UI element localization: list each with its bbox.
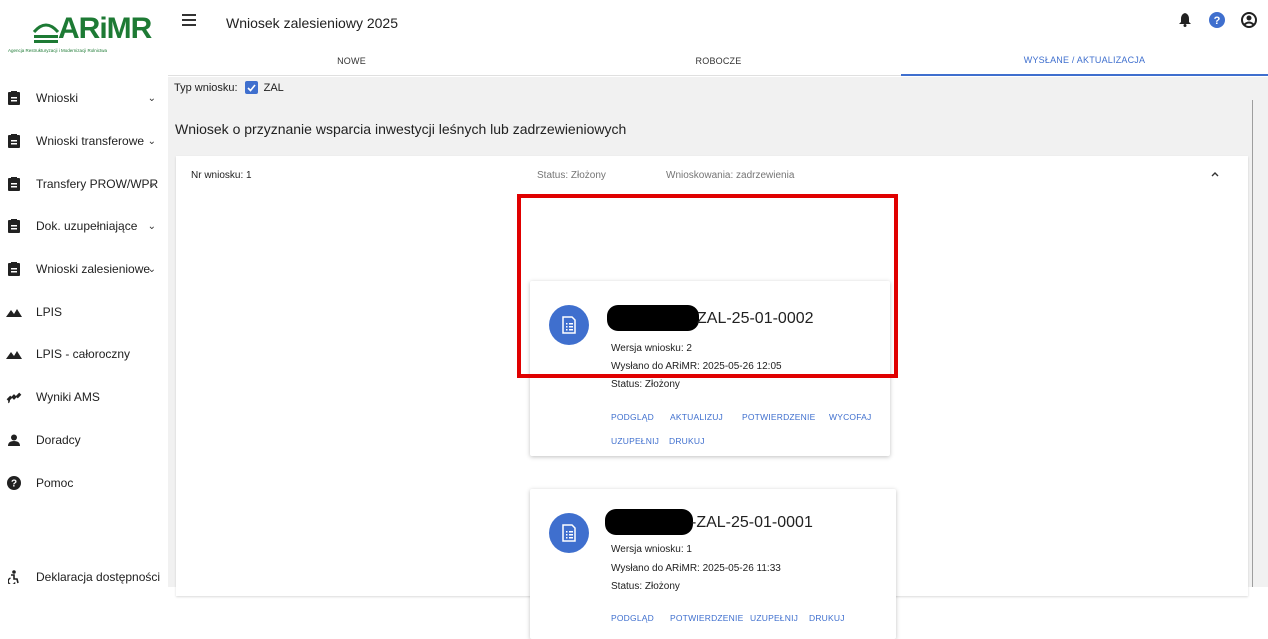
application-version: Wersja wniosku: 1 xyxy=(611,544,692,555)
top-bar: Wniosek zalesieniowy 2025 ? xyxy=(168,0,1268,46)
application-id: -ZAL-25-01-0001 xyxy=(691,514,813,531)
account-icon[interactable] xyxy=(1240,11,1258,29)
accessibility-icon xyxy=(6,569,22,585)
panel-header[interactable]: Nr wniosku: 1 Status: Złożony Wnioskowan… xyxy=(176,156,1248,192)
preview-link[interactable]: PODGLĄD xyxy=(611,412,654,422)
application-kind: Wnioskowania: zadrzewienia xyxy=(666,170,795,181)
logo-mark-icon xyxy=(32,23,60,43)
scrollbar-edge[interactable] xyxy=(1252,100,1253,587)
sidebar-item-deklaracja-dostepnosci[interactable]: Deklaracja dostępności xyxy=(0,557,168,597)
svg-text:?: ? xyxy=(1214,15,1221,27)
svg-text:?: ? xyxy=(11,479,17,490)
sidebar-item-transfery[interactable]: Transfery PROW/WPR ⌄ xyxy=(0,164,168,204)
sidebar-item-label: LPIS xyxy=(36,305,63,319)
arimr-logo[interactable]: ARiMR Agencja Restrukturyzacji i Moderni… xyxy=(8,12,156,56)
clipboard-icon xyxy=(6,218,22,234)
print-link[interactable]: DRUKUJ xyxy=(669,436,705,446)
tab-wyslane-aktualizacja[interactable]: WYSŁANE / AKTUALIZACJA xyxy=(901,46,1268,76)
sidebar-item-label: Doradcy xyxy=(36,433,81,447)
confirmation-link[interactable]: POTWIERDZENIE xyxy=(670,613,743,623)
document-icon xyxy=(549,513,589,553)
confirmation-link[interactable]: POTWIERDZENIE xyxy=(742,412,815,422)
section-heading: Wniosek o przyznanie wsparcia inwestycji… xyxy=(175,121,627,137)
sidebar-item-dok-uzupelniajace[interactable]: Dok. uzupełniające ⌄ xyxy=(0,206,168,246)
satellite-icon xyxy=(6,389,22,405)
sidebar-item-lpis-caloroczny[interactable]: LPIS - całoroczny xyxy=(0,334,168,374)
header-actions: ? xyxy=(1176,11,1258,29)
card-status: Status: Złożony xyxy=(611,379,680,390)
terrain-icon xyxy=(6,304,22,320)
zal-checkbox[interactable] xyxy=(244,81,258,94)
chevron-down-icon: ⌄ xyxy=(147,178,156,190)
page-title: Wniosek zalesieniowy 2025 xyxy=(226,15,398,31)
sidebar-item-wnioski[interactable]: Wnioski ⌄ xyxy=(0,78,168,118)
sidebar-item-wyniki-ams[interactable]: Wyniki AMS xyxy=(0,377,168,417)
tab-robocze[interactable]: ROBOCZE xyxy=(535,46,902,76)
sidebar-item-label: Pomoc xyxy=(36,476,74,490)
chevron-up-icon[interactable] xyxy=(1209,168,1221,180)
sidebar-item-label: Dok. uzupełniające xyxy=(36,219,138,233)
sidebar-item-label: Wyniki AMS xyxy=(36,390,100,404)
help-circle-icon[interactable]: ? xyxy=(1208,11,1226,29)
supplement-link[interactable]: UZUPEŁNIJ xyxy=(750,613,798,623)
tab-bar: NOWE ROBOCZE WYSŁANE / AKTUALIZACJA xyxy=(168,46,1268,76)
terrain-icon xyxy=(6,346,22,362)
sidebar-item-wnioski-zalesieniowe[interactable]: Wnioski zalesieniowe ⌄ xyxy=(0,249,168,289)
logo-subtitle: Agencja Restrukturyzacji i Modernizacji … xyxy=(8,48,108,53)
sidebar-item-label: Wnioski transferowe xyxy=(36,134,145,148)
supplement-link[interactable]: UZUPEŁNIJ xyxy=(611,436,659,446)
clipboard-icon xyxy=(6,90,22,106)
sidebar-item-label: Deklaracja dostępności xyxy=(36,570,161,584)
menu-icon[interactable] xyxy=(182,14,196,26)
application-status: Status: Złożony xyxy=(537,170,606,181)
sidebar-item-label: Wnioski xyxy=(36,91,79,105)
bell-icon[interactable] xyxy=(1176,11,1194,29)
check-icon xyxy=(247,83,256,92)
chevron-down-icon: ⌄ xyxy=(147,263,156,275)
application-card: -ZAL-25-01-0001 Wersja wniosku: 1 Wysłan… xyxy=(530,489,896,639)
clipboard-icon xyxy=(6,261,22,277)
type-filter-label: Typ wniosku: xyxy=(174,81,238,94)
update-link[interactable]: AKTUALIZUJ xyxy=(670,412,723,422)
person-icon xyxy=(6,432,22,448)
application-number: Nr wniosku: 1 xyxy=(191,170,252,181)
print-link[interactable]: DRUKUJ xyxy=(809,613,845,623)
sidebar-item-pomoc[interactable]: ? Pomoc xyxy=(0,463,168,503)
chevron-down-icon: ⌄ xyxy=(147,220,156,232)
type-filter: Typ wniosku: ZAL xyxy=(174,81,284,94)
chevron-down-icon: ⌄ xyxy=(147,92,156,104)
withdraw-link[interactable]: WYCOFAJ xyxy=(829,412,872,422)
sidebar-item-label: Transfery PROW/WPR xyxy=(36,177,159,191)
sidebar-item-lpis[interactable]: LPIS xyxy=(0,292,168,332)
clipboard-icon xyxy=(6,133,22,149)
sidebar-item-doradcy[interactable]: Doradcy xyxy=(0,420,168,460)
highlight-box xyxy=(517,194,898,378)
preview-link[interactable]: PODGLĄD xyxy=(611,613,654,623)
help-icon: ? xyxy=(6,475,22,491)
logo-text: ARiMR xyxy=(58,12,152,45)
sidebar-item-label: LPIS - całoroczny xyxy=(36,347,131,361)
sent-date: Wysłano do ARiMR: 2025-05-26 11:33 xyxy=(611,563,781,574)
clipboard-icon xyxy=(6,176,22,192)
redacted-id-prefix xyxy=(605,509,693,535)
checkbox-label: ZAL xyxy=(263,81,284,94)
chevron-down-icon: ⌄ xyxy=(147,135,156,147)
sidebar-item-wnioski-transferowe[interactable]: Wnioski transferowe ⌄ xyxy=(0,121,168,161)
tab-nowe[interactable]: NOWE xyxy=(168,46,535,76)
sidebar-item-label: Wnioski zalesieniowe xyxy=(36,262,151,276)
sidebar: ARiMR Agencja Restrukturyzacji i Moderni… xyxy=(0,0,168,587)
